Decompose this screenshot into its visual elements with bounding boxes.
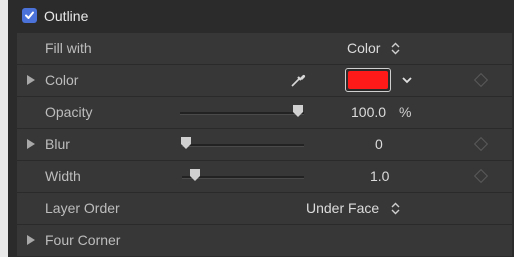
opacity-value[interactable]: 100.0 — [351, 104, 386, 120]
color-swatch-fill — [348, 71, 388, 89]
opacity-slider-track[interactable] — [180, 112, 304, 115]
outline-rows: Fill with Color Color Opacity 100.0 % Bl… — [17, 33, 512, 256]
disclosure-triangle-icon[interactable] — [27, 139, 35, 149]
keyframe-diamond-icon[interactable] — [473, 168, 489, 184]
blur-slider-track[interactable] — [182, 144, 304, 147]
row-layer-order: Layer Order Under Face — [17, 192, 512, 224]
keyframe-diamond-icon[interactable] — [473, 136, 489, 152]
layer-order-label: Layer Order — [45, 200, 120, 216]
updown-arrows-icon[interactable] — [391, 202, 400, 215]
opacity-slider-thumb[interactable] — [293, 105, 303, 117]
outline-label: Outline — [44, 8, 89, 24]
keyframe-diamond-icon[interactable] — [473, 72, 489, 88]
fill-with-label: Fill with — [45, 40, 92, 56]
chevron-down-icon[interactable] — [402, 77, 412, 84]
outline-checkbox[interactable] — [22, 8, 37, 23]
blur-value[interactable]: 0 — [375, 136, 383, 152]
row-four-corner: Four Corner — [17, 224, 512, 256]
width-slider-thumb[interactable] — [189, 169, 200, 181]
row-blur: Blur 0 — [17, 128, 512, 160]
layer-order-value[interactable]: Under Face — [306, 200, 379, 216]
disclosure-triangle-icon[interactable] — [27, 75, 35, 85]
width-label: Width — [45, 168, 81, 184]
color-swatch[interactable] — [345, 68, 391, 92]
checkmark-icon — [25, 11, 34, 19]
color-label: Color — [45, 72, 79, 88]
outline-panel: Outline Fill with Color Color Opacity 10… — [8, 0, 514, 257]
width-value[interactable]: 1.0 — [370, 168, 389, 184]
fill-with-value[interactable]: Color — [347, 40, 380, 56]
width-slider-track[interactable] — [182, 176, 304, 179]
blur-label: Blur — [45, 136, 70, 152]
blur-slider-thumb[interactable] — [181, 137, 191, 149]
row-color: Color — [17, 64, 512, 96]
four-corner-label: Four Corner — [45, 232, 121, 248]
outline-header: Outline — [8, 0, 514, 33]
disclosure-triangle-icon[interactable] — [27, 235, 35, 245]
row-opacity: Opacity 100.0 % — [17, 96, 512, 128]
row-fill-with: Fill with Color — [17, 33, 512, 64]
updown-arrows-icon[interactable] — [391, 42, 400, 55]
opacity-unit: % — [399, 104, 412, 120]
opacity-label: Opacity — [45, 104, 93, 120]
eyedropper-icon[interactable] — [289, 71, 307, 89]
row-width: Width 1.0 — [17, 160, 512, 192]
